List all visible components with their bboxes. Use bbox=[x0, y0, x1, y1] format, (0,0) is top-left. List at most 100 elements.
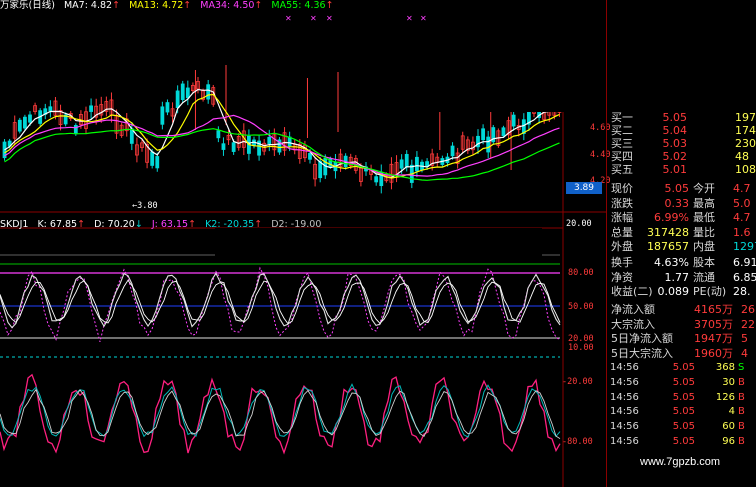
stat-value: 317428 bbox=[647, 225, 689, 239]
stat-value-2: 28. bbox=[733, 285, 751, 298]
stat-row: 外盘 187657 内盘 12977 bbox=[607, 240, 756, 253]
indicator-j: J: 63.15 bbox=[151, 219, 189, 230]
flow-extra: 5 bbox=[741, 332, 748, 345]
stat-value-2: 1.6 bbox=[733, 225, 751, 239]
ind-axis-m20: -20.00 bbox=[562, 377, 593, 387]
stat-value: 187657 bbox=[647, 240, 689, 253]
bid-price: 5.01 bbox=[662, 163, 688, 176]
tick-price: 5.05 bbox=[672, 391, 695, 403]
stat-row: 现价 5.05 今开 4.7 bbox=[607, 182, 756, 195]
ind-axis-80: 80.00 bbox=[568, 268, 594, 278]
candle-body bbox=[404, 153, 409, 168]
bid-volume: 174 bbox=[735, 124, 756, 137]
ma34-label: MA34: 4.50 bbox=[200, 0, 255, 11]
ind-axis-m80: -80.00 bbox=[562, 437, 593, 447]
flow-extra: 4 bbox=[741, 346, 748, 360]
indicator-d: D: 70.20 bbox=[94, 219, 135, 230]
tick-side: B bbox=[738, 436, 745, 447]
current-price-tag: 3.89 bbox=[566, 182, 602, 194]
tick-time: 14:56 bbox=[610, 406, 639, 418]
stat-row: 总量 317428 量比 1.6 bbox=[607, 226, 756, 239]
stat-label: 总量 bbox=[611, 225, 633, 239]
stock-title: 万家乐(日线) bbox=[0, 0, 55, 11]
candle-body bbox=[17, 119, 22, 132]
bid-row: 买一 5.05 197 bbox=[607, 111, 756, 124]
signal-marker: ✕ bbox=[326, 14, 333, 23]
tick-row: 14:56 5.05 30 B bbox=[607, 376, 756, 389]
signal-marker: ✕ bbox=[406, 14, 413, 23]
candle-body bbox=[399, 159, 404, 169]
stat-label: 外盘 bbox=[611, 240, 633, 253]
stat-label-2: 最高 bbox=[693, 196, 715, 210]
stat-label: 涨幅 bbox=[611, 211, 633, 224]
tick-side: B bbox=[738, 391, 745, 403]
flow-label: 净流入额 bbox=[611, 303, 655, 316]
stat-value-2: 6.85 bbox=[733, 270, 756, 284]
bid-price: 5.04 bbox=[662, 124, 688, 137]
tick-price: 5.05 bbox=[672, 436, 695, 447]
candle-body bbox=[450, 145, 455, 157]
stat-label-2: 最低 bbox=[693, 211, 715, 224]
indicator-overlay-box bbox=[215, 228, 542, 258]
stat-value-2: 6.91 bbox=[733, 256, 756, 269]
tick-time: 14:56 bbox=[610, 362, 639, 373]
stat-row: 涨跌 0.33 最高 5.0 bbox=[607, 197, 756, 210]
tick-price: 5.05 bbox=[672, 362, 695, 373]
flow-label: 5日净流入额 bbox=[611, 332, 673, 345]
tick-time: 14:56 bbox=[610, 391, 639, 403]
bid-volume: 197 bbox=[735, 111, 756, 124]
flow-extra: 22 bbox=[741, 317, 755, 331]
ma55-arrow: ↑ bbox=[325, 0, 334, 11]
tick-side: S bbox=[738, 362, 745, 373]
tick-volume: 30 bbox=[722, 376, 735, 388]
signal-marker: ✕ bbox=[420, 14, 427, 23]
flow-row: 5日大宗流入 1960万 4 bbox=[607, 347, 756, 360]
tick-time: 14:56 bbox=[610, 436, 639, 447]
tick-price: 5.05 bbox=[672, 406, 695, 418]
stat-row: 收益(二) 0.089 PE(动) 28. bbox=[607, 285, 756, 298]
price-legend: 万家乐(日线) MA7: 4.82↑ MA13: 4.72↑ MA34: 4.5… bbox=[0, 0, 340, 12]
stat-value-2: 4.7 bbox=[733, 182, 751, 195]
stat-value-2: 5.0 bbox=[733, 196, 751, 210]
stat-label-2: 内盘 bbox=[693, 240, 715, 253]
candle-body bbox=[180, 83, 185, 100]
candle-body bbox=[28, 114, 32, 123]
tick-side: B bbox=[738, 421, 745, 433]
quote-panel: 买一 5.05 197 买二 5.04 174 买三 5.03 230 买四 5.02 48 买五 5.0… bbox=[606, 0, 756, 487]
bid-volume: 230 bbox=[735, 137, 756, 150]
stat-label: 现价 bbox=[611, 182, 633, 195]
tick-volume: 96 bbox=[722, 436, 735, 447]
d-line bbox=[0, 279, 561, 325]
bid-label: 买四 bbox=[611, 150, 633, 163]
stat-label-2: PE(动) bbox=[693, 285, 727, 298]
stat-value: 5.05 bbox=[664, 182, 690, 195]
watermark: www.7gpzb.com bbox=[640, 456, 721, 468]
tick-row: 14:56 5.05 4 B bbox=[607, 405, 756, 418]
bid-label: 买三 bbox=[611, 137, 633, 150]
bid-label: 买五 bbox=[611, 163, 633, 176]
indicator-name: SKDJ1 bbox=[0, 219, 29, 230]
candle-body bbox=[415, 156, 419, 172]
bid-label: 买一 bbox=[611, 111, 633, 124]
flow-extra: 26 bbox=[741, 303, 755, 316]
candle-body bbox=[374, 176, 379, 183]
stat-value-2: 4.7 bbox=[733, 211, 751, 224]
bid-volume: 48 bbox=[735, 150, 749, 163]
candle-body bbox=[165, 102, 170, 113]
ma7-label: MA7: 4.82 bbox=[63, 0, 113, 11]
bid-volume: 108 bbox=[735, 163, 756, 176]
tick-volume: 368 bbox=[715, 362, 735, 373]
flow-label: 5日大宗流入 bbox=[611, 346, 673, 360]
flow-value: 1960万 bbox=[694, 346, 733, 360]
ma55-label: MA55: 4.36 bbox=[271, 0, 326, 11]
stat-label-2: 流通 bbox=[693, 270, 715, 284]
k2-line bbox=[0, 373, 561, 455]
signal-marker: ✕ bbox=[310, 14, 317, 23]
candle-body bbox=[48, 106, 53, 112]
ind-axis-10: 10.00 bbox=[568, 343, 594, 353]
stat-label: 涨跌 bbox=[611, 196, 633, 210]
candle-body bbox=[73, 125, 78, 135]
tick-time: 14:56 bbox=[610, 376, 639, 388]
stat-row: 换手 4.63% 股本 6.91 bbox=[607, 256, 756, 269]
candle-body bbox=[231, 142, 236, 152]
